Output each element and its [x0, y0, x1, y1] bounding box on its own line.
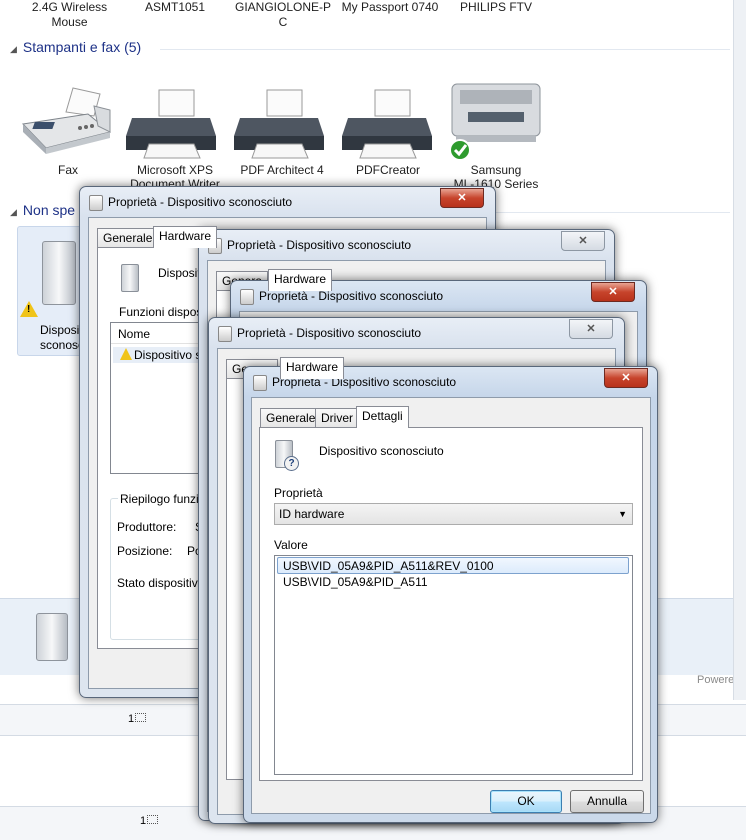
group-divider — [490, 212, 730, 213]
close-button[interactable]: ✕ — [440, 188, 484, 208]
column-header-name[interactable]: Nome — [118, 327, 150, 341]
device-name: Dispositivo sconosciuto — [319, 444, 444, 458]
property-select[interactable]: ID hardware ▼ — [274, 503, 633, 525]
device-label-asmt[interactable]: ASMT1051 — [130, 0, 220, 15]
unknown-device-icon: ? — [275, 440, 299, 471]
unknown-device-tile-label: Disposit sconosc — [40, 323, 85, 352]
dropdown-arrow-icon: ▼ — [618, 509, 627, 519]
selection-icon — [147, 815, 159, 824]
fax-icon[interactable] — [18, 86, 113, 156]
printer-pdf-architect-icon[interactable] — [232, 88, 327, 160]
printer-pdfcreator-icon[interactable] — [340, 88, 435, 160]
device-small-icon — [89, 195, 103, 211]
close-button[interactable]: ✕ — [604, 368, 648, 388]
printer-label-pdfcreator: PDFCreator — [355, 163, 420, 177]
question-mark-icon: ? — [284, 456, 299, 471]
close-button[interactable]: ✕ — [561, 231, 605, 251]
property-label: Proprietà — [274, 486, 323, 500]
group-header-printers[interactable]: ◢ Stampanti e fax (5) — [10, 39, 141, 55]
powered-text: Powere — [697, 674, 735, 686]
collapse-arrow-icon: ◢ — [10, 44, 17, 54]
device-label-passport[interactable]: My Passport 0740 — [338, 0, 442, 15]
status-item-count: 1 — [128, 713, 147, 725]
device-tower-icon — [36, 613, 68, 661]
ok-button[interactable]: OK — [490, 790, 562, 813]
close-button[interactable]: ✕ — [569, 319, 613, 339]
printer-samsung-icon[interactable] — [446, 80, 546, 162]
properties-window-active[interactable]: Proprietà - Dispositivo sconosciuto ✕ Ge… — [243, 366, 658, 823]
device-label-pc[interactable]: GIANGIOLONE-P C — [233, 0, 333, 30]
device-small-icon — [240, 289, 254, 305]
device-name: Dispositi — [158, 266, 204, 280]
list-item-selected[interactable]: USB\VID_05A9&PID_A511&REV_0100 — [277, 557, 629, 574]
printer-xps-icon[interactable] — [124, 88, 219, 160]
selection-icon — [135, 713, 147, 722]
close-button[interactable]: ✕ — [591, 282, 635, 302]
window-title: Proprietà - Dispositivo sconosciuto — [108, 195, 293, 209]
warning-icon — [120, 348, 132, 360]
values-list[interactable]: USB\VID_05A9&PID_A511&REV_0100 USB\VID_0… — [274, 555, 633, 775]
collapse-arrow-icon: ◢ — [10, 207, 17, 217]
manufacturer-label: Produttore: — [117, 520, 177, 534]
window-title: Proprietà - Dispositivo sconosciuto — [237, 326, 422, 340]
tab-page-details: ? Dispositivo sconosciuto Proprietà ID h… — [259, 427, 643, 781]
printer-label-pdf-architect: PDF Architect 4 — [240, 163, 324, 177]
device-icon — [121, 264, 139, 292]
position-label: Posizione: — [117, 544, 173, 558]
device-label-philips[interactable]: PHILIPS FTV — [450, 0, 542, 15]
tab-dettagli[interactable]: Dettagli — [356, 406, 409, 428]
tab-hardware[interactable]: Hardware — [268, 269, 333, 291]
device-small-icon — [253, 375, 267, 391]
tab-hardware[interactable]: Hardware — [153, 226, 218, 248]
status-item-count: 1 — [140, 815, 159, 827]
list-item[interactable]: USB\VID_05A9&PID_A511 — [283, 575, 428, 589]
window-title: Proprietà - Dispositivo sconosciuto — [227, 238, 412, 252]
window-client: Generale Driver Dettagli ? Dispositivo s… — [251, 397, 651, 814]
device-label-mouse[interactable]: 2.4G Wireless Mouse — [22, 0, 117, 30]
device-small-icon — [218, 326, 232, 342]
tab-generale[interactable]: Generale — [97, 228, 159, 248]
tab-driver[interactable]: Driver — [315, 408, 359, 428]
group-divider — [160, 49, 730, 50]
tab-hardware[interactable]: Hardware — [280, 357, 345, 379]
vertical-scrollbar[interactable] — [733, 0, 746, 700]
group-header-unspecified[interactable]: ◢ Non spe — [10, 202, 75, 218]
status-label: Stato dispositivo: — [117, 576, 208, 590]
tab-generale[interactable]: Generale — [260, 408, 322, 428]
warning-icon: ! — [20, 301, 38, 317]
window-title: Proprietà - Dispositivo sconosciuto — [259, 289, 444, 303]
cancel-button[interactable]: Annulla — [570, 790, 644, 813]
printer-label-fax: Fax — [57, 163, 78, 177]
value-label: Valore — [274, 538, 308, 552]
device-tower-icon — [42, 241, 76, 305]
